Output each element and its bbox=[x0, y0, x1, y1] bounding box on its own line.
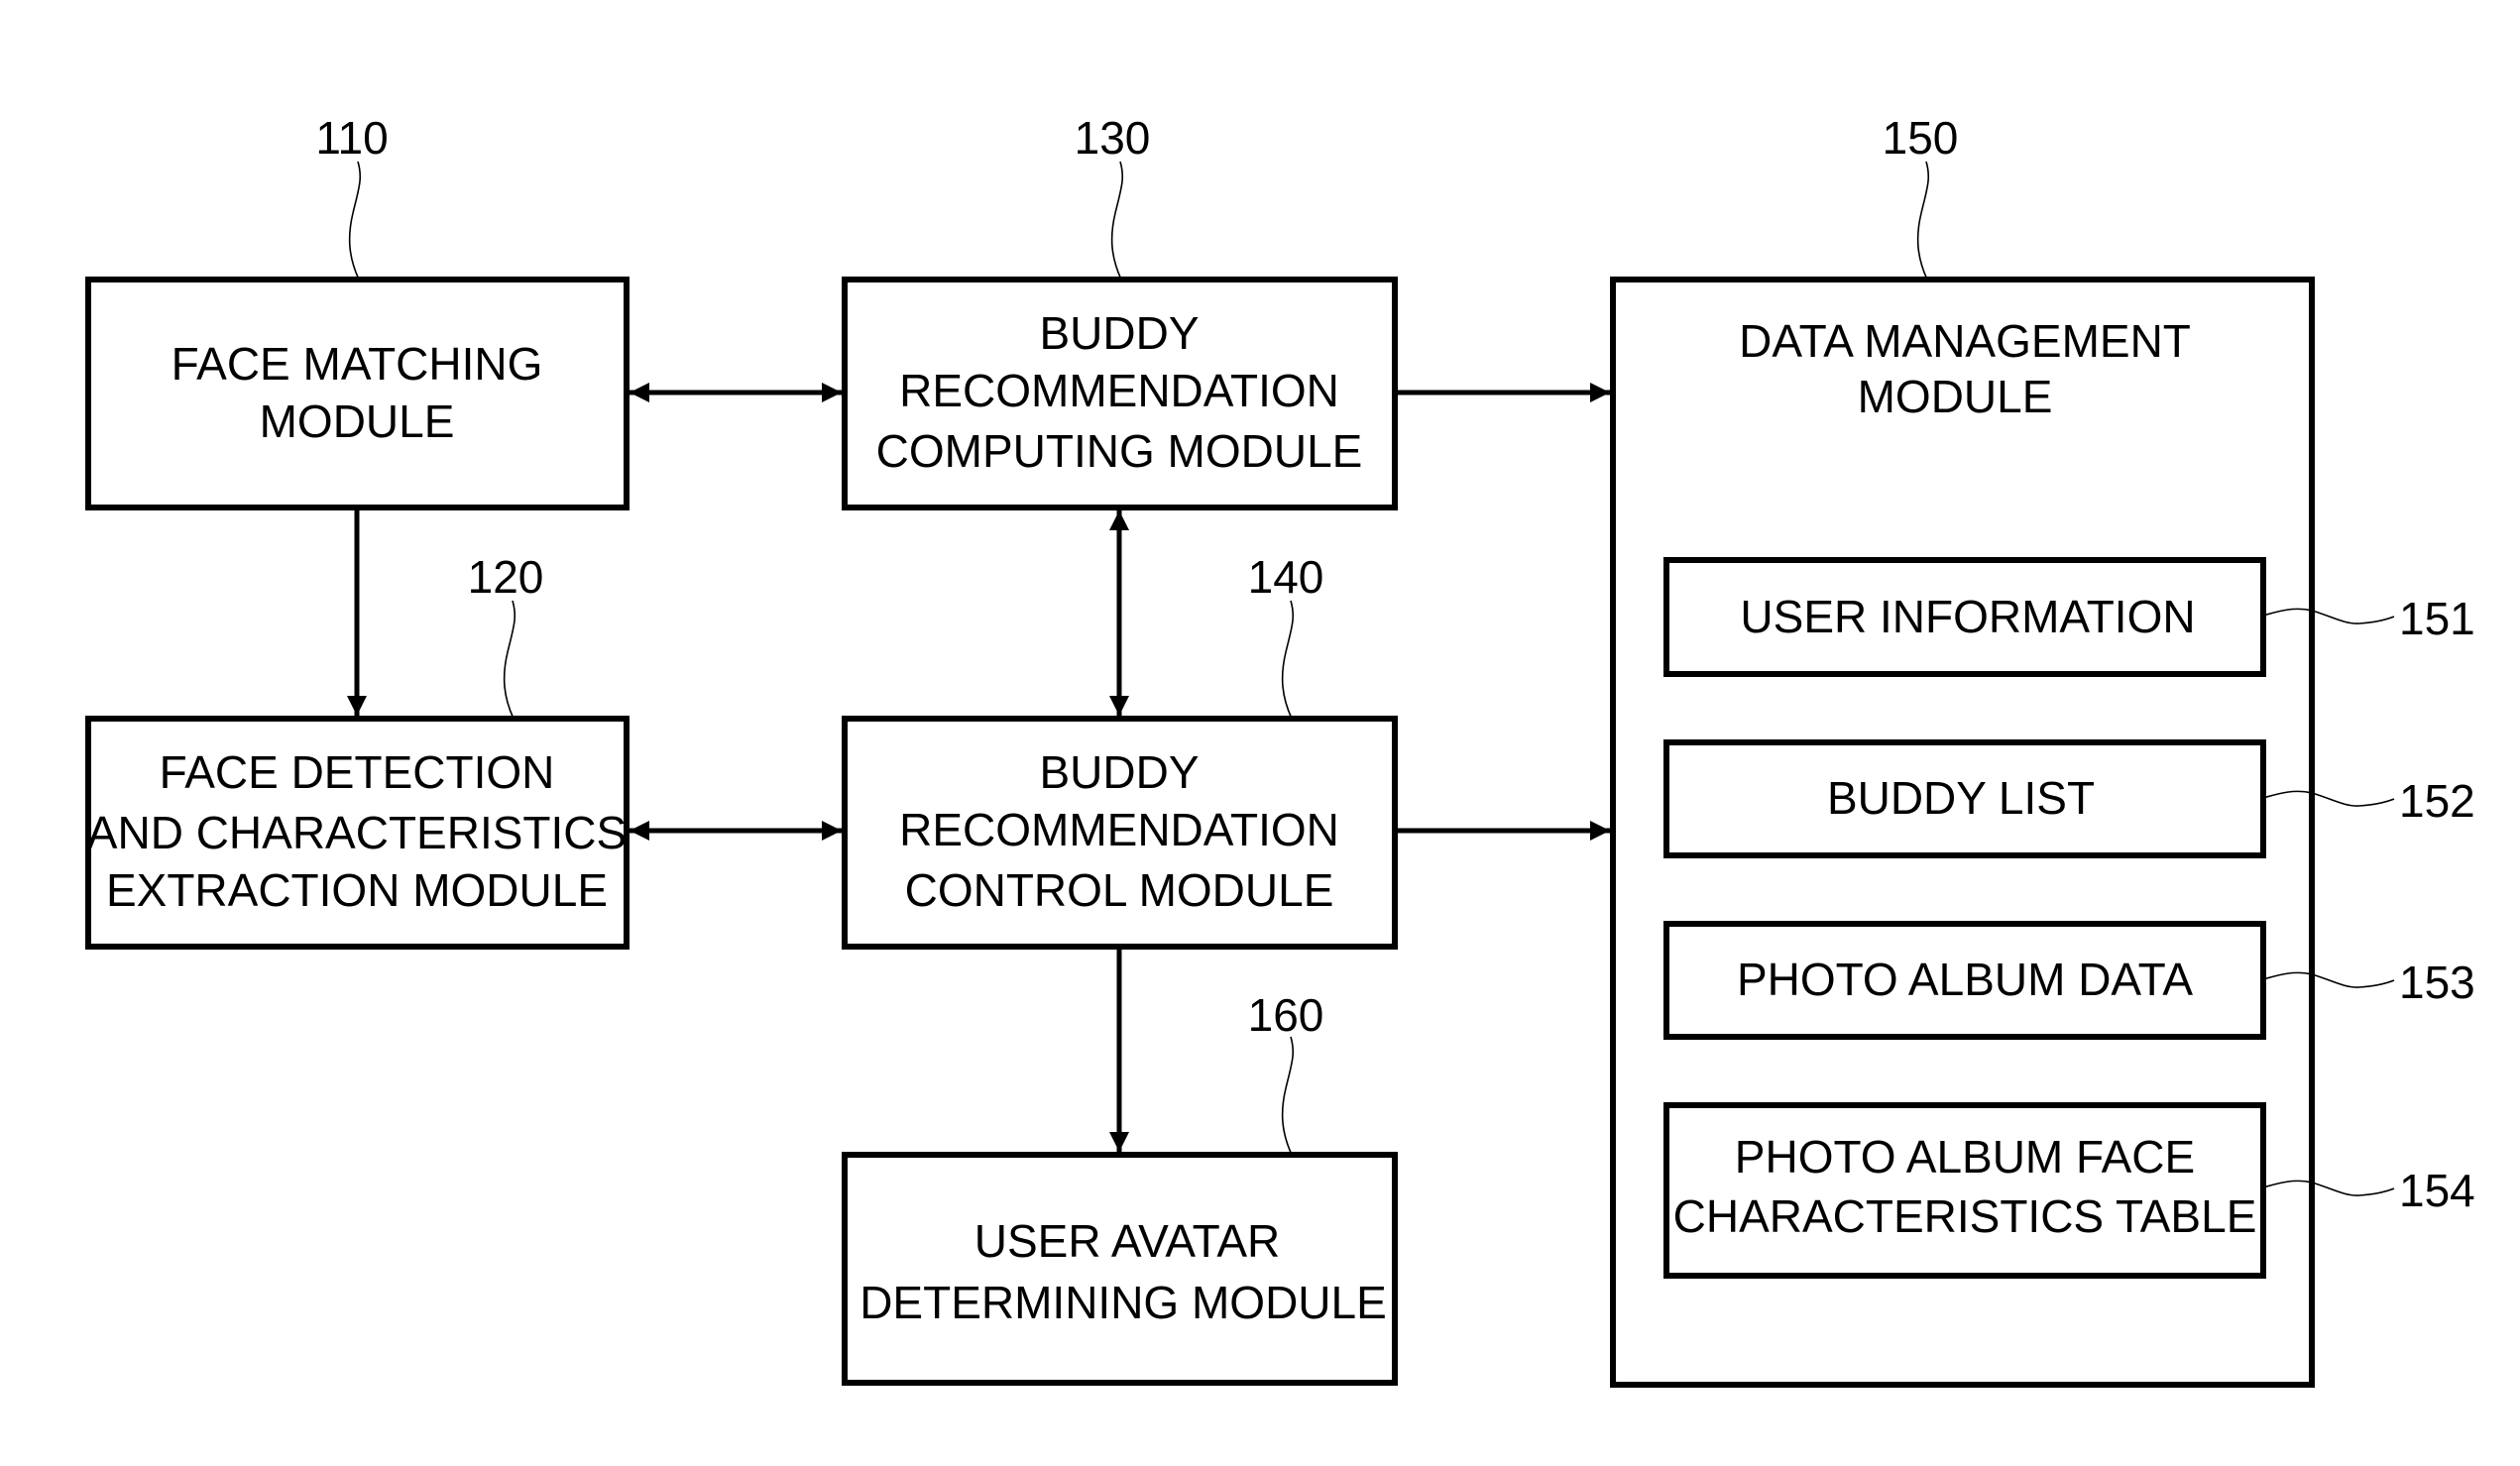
module-label-line: RECOMMENDATION bbox=[899, 365, 1339, 416]
leader-line bbox=[1281, 600, 1294, 720]
block-diagram: FACE MATCHING MODULE 110 FACE DETECTION … bbox=[85, 112, 2475, 1388]
module-label-line: FACE DETECTION bbox=[160, 746, 555, 798]
data-item-photo-album-face-characteristics-table: PHOTO ALBUM FACE CHARACTERISTICS TABLE 1… bbox=[1663, 1102, 2475, 1279]
module-label-line: MODULE bbox=[1858, 371, 2053, 422]
reference-number: 152 bbox=[2399, 775, 2475, 827]
reference-number: 154 bbox=[2399, 1165, 2475, 1216]
module-box bbox=[85, 277, 630, 510]
reference-number: 153 bbox=[2399, 957, 2475, 1008]
data-item-label: PHOTO ALBUM DATA bbox=[1737, 954, 2193, 1005]
data-item-buddy-list: BUDDY LIST 152 bbox=[1663, 739, 2475, 858]
reference-number: 160 bbox=[1248, 989, 1324, 1041]
module-face-matching: FACE MATCHING MODULE 110 bbox=[85, 112, 630, 510]
module-buddy-recommendation-computing: BUDDY RECOMMENDATION COMPUTING MODULE 13… bbox=[842, 112, 1398, 510]
reference-number: 120 bbox=[468, 551, 544, 603]
data-item-label-line: CHARACTERISTICS TABLE bbox=[1673, 1190, 2257, 1242]
leader-line bbox=[1916, 161, 1929, 281]
data-item-label: BUDDY LIST bbox=[1827, 772, 2095, 824]
module-label-line: COMPUTING MODULE bbox=[876, 425, 1363, 477]
module-label-line: RECOMMENDATION bbox=[899, 804, 1339, 855]
data-item-label: USER INFORMATION bbox=[1740, 591, 2195, 642]
module-label-line: FACE MATCHING bbox=[172, 338, 543, 390]
leader-line bbox=[503, 600, 515, 720]
module-data-management: DATA MANAGEMENT MODULE 150 USER INFORMAT… bbox=[1610, 112, 2475, 1388]
module-label-line: USER AVATAR bbox=[974, 1215, 1280, 1267]
data-item-label-line: PHOTO ALBUM FACE bbox=[1735, 1131, 2195, 1183]
module-box bbox=[842, 1152, 1398, 1386]
module-label-line: AND CHARACTERISTICS bbox=[87, 807, 627, 858]
reference-number: 110 bbox=[315, 112, 388, 164]
reference-number: 140 bbox=[1248, 551, 1324, 603]
reference-number: 130 bbox=[1075, 112, 1151, 164]
leader-line bbox=[348, 161, 361, 281]
module-label-line: BUDDY bbox=[1039, 307, 1199, 359]
module-label-line: MODULE bbox=[260, 395, 455, 447]
module-label-line: DATA MANAGEMENT bbox=[1739, 315, 2191, 367]
module-label-line: EXTRACTION MODULE bbox=[106, 864, 608, 916]
module-label-line: BUDDY bbox=[1039, 746, 1199, 798]
leader-line bbox=[1281, 1036, 1294, 1156]
module-label-line: CONTROL MODULE bbox=[905, 864, 1334, 916]
leader-line bbox=[1110, 161, 1123, 281]
data-item-user-information: USER INFORMATION 151 bbox=[1663, 557, 2475, 677]
reference-number: 151 bbox=[2399, 593, 2475, 644]
module-label-line: DETERMINING MODULE bbox=[859, 1277, 1387, 1328]
data-item-photo-album-data: PHOTO ALBUM DATA 153 bbox=[1663, 921, 2475, 1040]
reference-number: 150 bbox=[1883, 112, 1959, 164]
